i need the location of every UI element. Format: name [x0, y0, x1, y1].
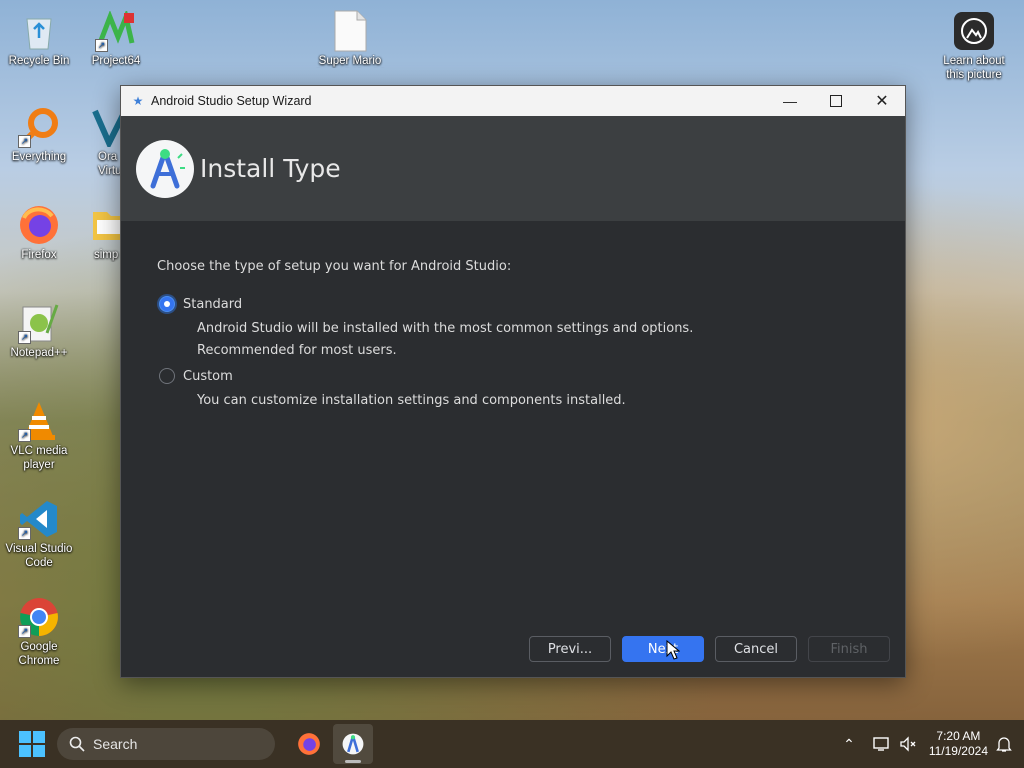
custom-desc-line1: You can customize installation settings … — [197, 393, 626, 408]
desktop-icon-everything[interactable]: ↗ Everything — [1, 106, 77, 164]
desktop-icon-label: Learn about this picture — [943, 55, 1005, 81]
recycle-bin-icon — [18, 10, 60, 52]
desktop-icon-label: Notepad++ — [10, 347, 68, 359]
maximize-icon — [830, 95, 842, 107]
project64-icon: ↗ — [95, 10, 137, 52]
system-tray: ⌃ 7:20 AM 11/19/2024 — [843, 720, 1024, 768]
chrome-icon: ↗ — [18, 596, 60, 638]
windows-logo-icon — [19, 731, 31, 743]
clock[interactable]: 7:20 AM 11/19/2024 — [929, 729, 988, 759]
standard-label: Standard — [183, 296, 243, 312]
option-custom[interactable]: Custom — [157, 364, 905, 388]
setup-prompt: Choose the type of setup you want for An… — [157, 259, 512, 274]
clock-time: 7:20 AM — [936, 729, 981, 743]
desktop-icon-chrome[interactable]: ↗ Google Chrome — [1, 596, 77, 668]
desktop-icon-label: Super Mario 64 (USA).n64 — [318, 55, 382, 67]
desktop-icon-vscode[interactable]: ↗ Visual Studio Code — [1, 498, 77, 570]
volume-muted-icon[interactable] — [899, 736, 917, 752]
shortcut-arrow-icon: ↗ — [95, 39, 108, 52]
desktop-icon-label: VLC media player — [10, 445, 68, 471]
finish-button[interactable]: Finish — [808, 636, 890, 662]
desktop-icon-label: Firefox — [21, 249, 57, 261]
search-icon — [69, 736, 85, 752]
desktop-icon-project64[interactable]: ↗ Project64 — [78, 10, 154, 68]
custom-label: Custom — [183, 368, 233, 384]
shortcut-arrow-icon: ↗ — [18, 429, 31, 442]
wizard-content: Choose the type of setup you want for An… — [121, 221, 905, 412]
standard-desc-line2: Recommended for most users. — [197, 343, 397, 358]
wizard-footer: Previ... Next Cancel Finish — [529, 636, 890, 662]
option-standard[interactable]: Standard — [157, 292, 905, 316]
desktop-icon-virtualbox[interactable]: Ora Virtua — [82, 106, 120, 178]
wizard-header: Install Type — [121, 116, 905, 221]
virtualbox-icon — [90, 106, 120, 148]
notepadpp-icon: ↗ — [18, 302, 60, 344]
desktop-icon-learn-picture[interactable]: Learn about this picture — [936, 10, 1012, 82]
desktop-icon-label: Recycle Bin — [8, 55, 70, 67]
desktop-icon-super-mario[interactable]: Super Mario 64 (USA).n64 — [312, 10, 388, 68]
desktop-icon-label: Visual Studio Code — [5, 543, 73, 569]
shortcut-arrow-icon: ↗ — [18, 527, 31, 540]
custom-radio[interactable] — [159, 368, 175, 384]
vscode-icon: ↗ — [18, 498, 60, 540]
android-studio-logo-icon — [136, 139, 194, 198]
taskbar: Search ⌃ 7:20 AM 11/19/2024 — [0, 720, 1024, 768]
shortcut-arrow-icon: ↗ — [18, 135, 31, 148]
desktop-icon-label: Google Chrome — [18, 641, 60, 667]
android-studio-small-icon: ★ — [132, 94, 144, 108]
desktop-icon-firefox[interactable]: Firefox — [1, 204, 77, 262]
cancel-button[interactable]: Cancel — [715, 636, 797, 662]
clock-date: 11/19/2024 — [928, 744, 988, 758]
window-title: Android Studio Setup Wizard — [151, 94, 312, 108]
desktop-icon-recycle-bin[interactable]: Recycle Bin — [1, 10, 77, 68]
close-button[interactable]: ✕ — [859, 86, 905, 116]
desktop-icon-label: Project64 — [91, 55, 141, 67]
standard-desc-line1: Android Studio will be installed with th… — [197, 321, 694, 336]
standard-radio[interactable] — [159, 296, 175, 312]
desktop-icon-label: simp — [94, 249, 119, 261]
display-icon[interactable] — [873, 736, 891, 752]
folder-icon — [90, 204, 120, 246]
taskbar-search[interactable]: Search — [57, 728, 275, 760]
taskbar-firefox[interactable] — [289, 724, 329, 764]
minimize-icon: — — [783, 93, 797, 109]
taskbar-android-studio[interactable] — [333, 724, 373, 764]
standard-description: Android Studio will be installed with th… — [197, 318, 905, 362]
next-button[interactable]: Next — [622, 636, 704, 662]
desktop-icon-notepadpp[interactable]: ↗ Notepad++ — [1, 302, 77, 360]
mouse-cursor-icon — [666, 640, 680, 660]
shortcut-arrow-icon: ↗ — [18, 625, 31, 638]
previous-button[interactable]: Previ... — [529, 636, 611, 662]
notification-bell-icon[interactable] — [996, 735, 1012, 753]
shortcut-arrow-icon: ↗ — [18, 331, 31, 344]
close-icon: ✕ — [875, 93, 889, 110]
firefox-icon — [298, 733, 320, 755]
learn-picture-icon — [953, 10, 995, 52]
custom-description: You can customize installation settings … — [197, 390, 905, 412]
setup-wizard-window: ★ Android Studio Setup Wizard — ✕ Instal… — [120, 85, 906, 678]
search-placeholder: Search — [93, 736, 138, 752]
desktop-icon-simp[interactable]: simp — [82, 204, 120, 262]
minimize-button[interactable]: — — [767, 86, 813, 116]
desktop-icon-vlc[interactable]: ↗ VLC media player — [1, 400, 77, 472]
desktop-icon-label: Ora Virtua — [98, 151, 120, 177]
file-icon — [329, 10, 371, 52]
firefox-icon — [18, 204, 60, 246]
title-bar[interactable]: ★ Android Studio Setup Wizard — ✕ — [121, 86, 905, 116]
show-hidden-icons-chevron-up-icon[interactable]: ⌃ — [843, 736, 855, 753]
maximize-button[interactable] — [813, 86, 859, 116]
vlc-icon: ↗ — [18, 400, 60, 442]
desktop-icon-label: Everything — [11, 151, 67, 163]
page-title: Install Type — [200, 154, 341, 183]
start-button[interactable] — [19, 731, 45, 757]
everything-search-icon: ↗ — [18, 106, 60, 148]
android-studio-icon — [342, 733, 364, 755]
